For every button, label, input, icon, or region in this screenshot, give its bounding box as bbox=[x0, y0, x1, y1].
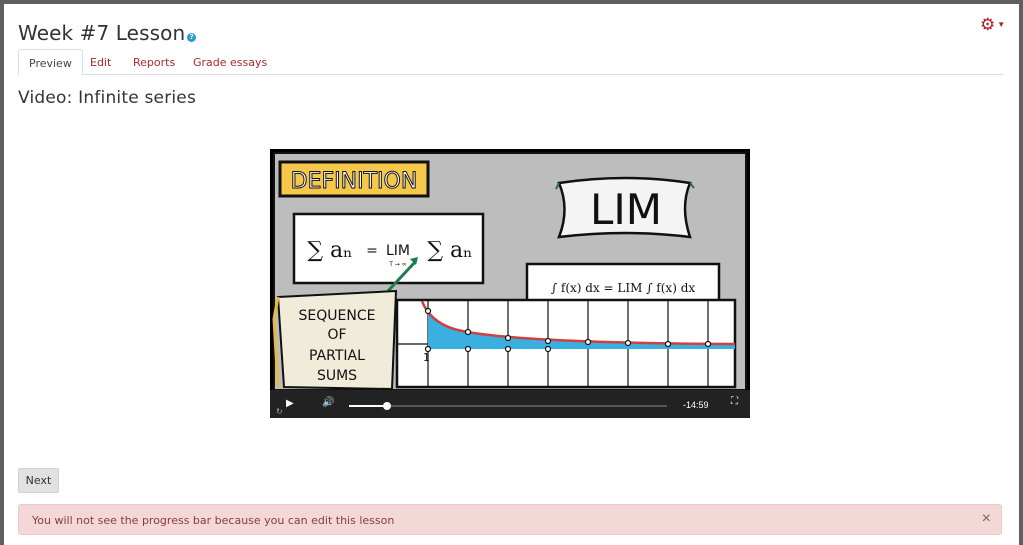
definition-text: DEFINITION bbox=[291, 169, 418, 194]
note-line-3: PARTIAL bbox=[309, 348, 365, 364]
help-icon[interactable]: ? bbox=[187, 33, 197, 42]
time-remaining: -14:59 bbox=[683, 400, 709, 410]
play-icon[interactable]: ▶ bbox=[286, 398, 294, 409]
sum-lim: LIM bbox=[386, 243, 410, 259]
sum-left: ∑ aₙ bbox=[307, 238, 352, 263]
volume-icon[interactable]: 🔊 bbox=[322, 397, 334, 408]
next-button[interactable]: Next bbox=[18, 468, 59, 493]
tab-grade-essays[interactable]: Grade essays bbox=[183, 49, 277, 75]
lim-banner-text: LIM bbox=[590, 185, 662, 234]
progress-handle[interactable] bbox=[383, 402, 392, 410]
fullscreen-icon[interactable]: ⛶ bbox=[731, 396, 738, 407]
note-line-2: OF bbox=[327, 327, 346, 343]
page-title-text: Week #7 Lesson bbox=[18, 21, 186, 45]
replay-icon[interactable]: ↻ bbox=[276, 407, 283, 416]
note-line-1: SEQUENCE bbox=[299, 308, 376, 324]
integral-formula: ∫ f(x) dx = LIM ∫ f(x) dx bbox=[551, 281, 696, 295]
close-icon[interactable]: × bbox=[982, 511, 991, 527]
sum-equals: = bbox=[366, 243, 378, 259]
progress-track[interactable] bbox=[349, 402, 667, 410]
note-line-4: SUMS bbox=[317, 368, 357, 384]
video-frame: DEFINITION LIM ∑ aₙ = LIM T → ∞ ∑ aₙ ∫ f… bbox=[270, 149, 750, 418]
lesson-tabs: Preview Edit Reports Grade essays bbox=[18, 49, 1003, 76]
video-player[interactable]: DEFINITION LIM ∑ aₙ = LIM T → ∞ ∑ aₙ ∫ f… bbox=[270, 149, 750, 418]
edit-alert: You will not see the progress bar becaus… bbox=[18, 504, 1002, 535]
chevron-down-icon: ▼ bbox=[997, 20, 1006, 29]
sum-right: ∑ aₙ bbox=[427, 238, 472, 263]
tab-reports[interactable]: Reports bbox=[123, 49, 185, 75]
lesson-frame: Week #7 Lesson? ⚙ ▼ Preview Edit Reports … bbox=[4, 4, 1019, 545]
progress-fill bbox=[349, 405, 388, 407]
page-title: Week #7 Lesson? bbox=[18, 21, 197, 45]
alert-text: You will not see the progress bar becaus… bbox=[32, 514, 395, 527]
video-controls: ▶ 🔊 ↻ -14:59 ⛶ bbox=[270, 390, 750, 418]
section-heading: Video: Infinite series bbox=[18, 88, 197, 108]
sum-lim-sub: T → ∞ bbox=[388, 261, 407, 268]
tab-preview[interactable]: Preview bbox=[18, 49, 83, 76]
axis-one-label: 1 bbox=[423, 351, 430, 364]
tab-edit[interactable]: Edit bbox=[80, 49, 121, 75]
settings-gear-icon[interactable]: ⚙ ▼ bbox=[980, 15, 1005, 35]
